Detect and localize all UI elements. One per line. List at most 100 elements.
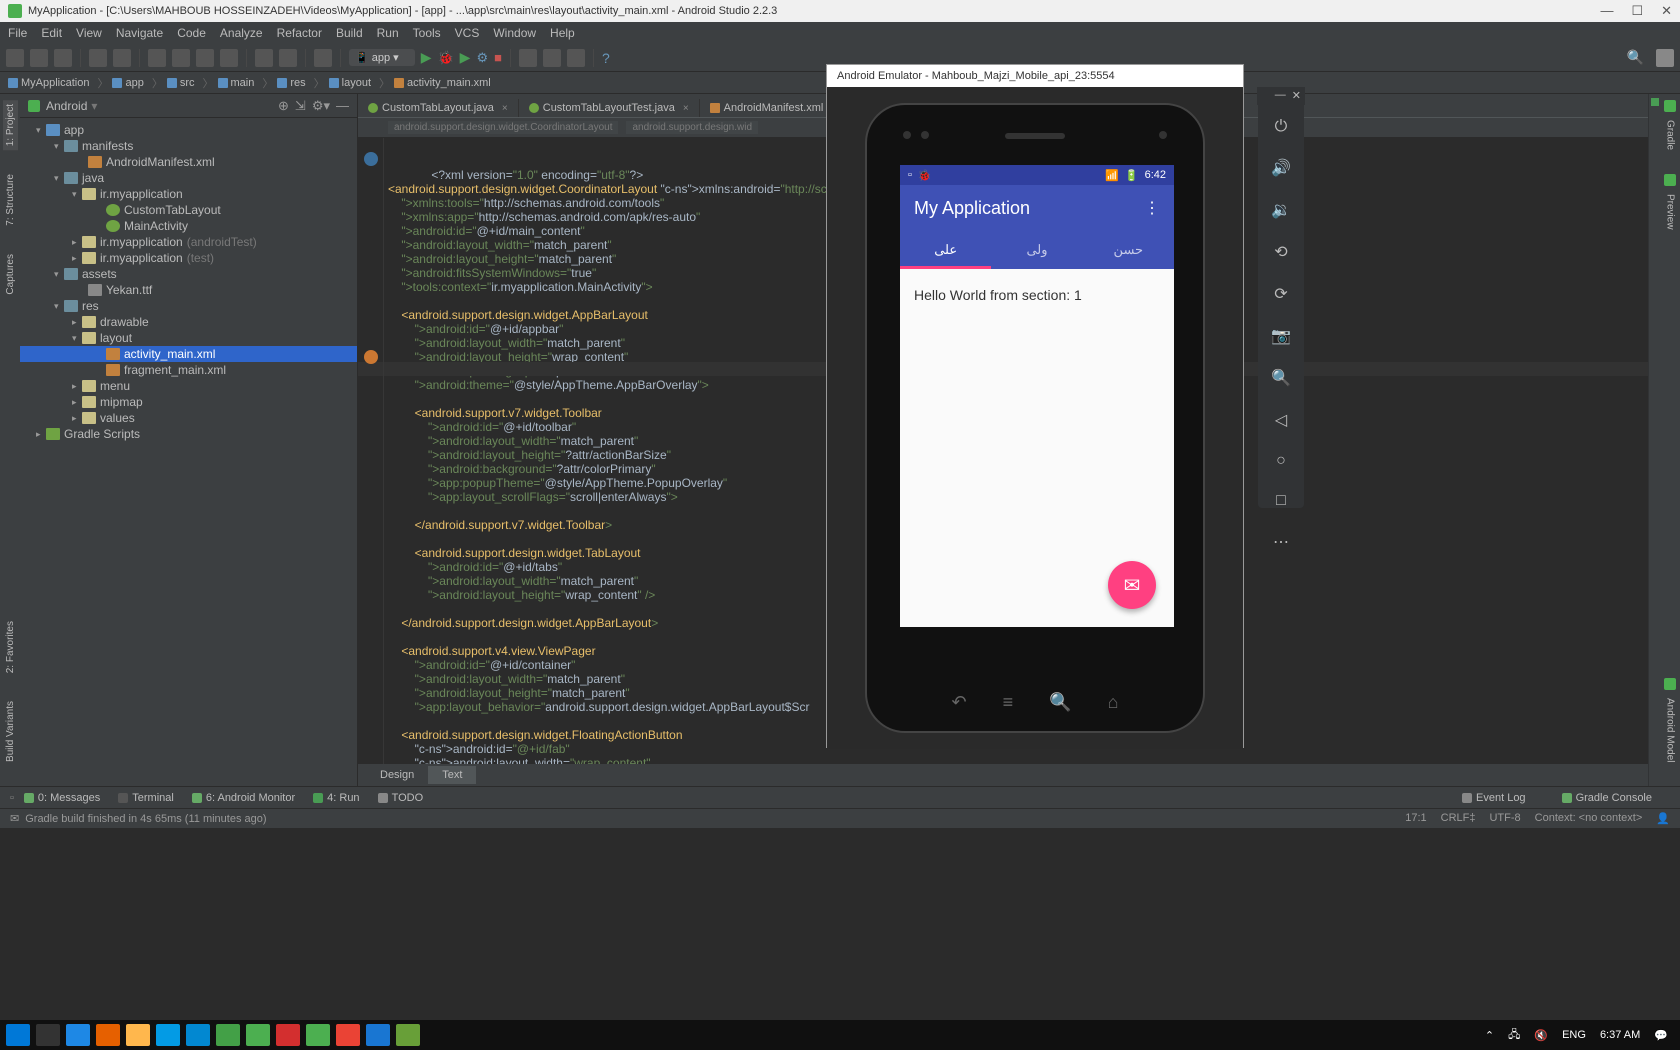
run-config-selector[interactable]: 📱 app ▾ xyxy=(349,49,415,66)
tool-run[interactable]: 4: Run xyxy=(313,792,359,804)
tray-volume-icon[interactable]: 🔇 xyxy=(1534,1029,1548,1042)
menu-tools[interactable]: Tools xyxy=(413,26,441,40)
editor-tab-1[interactable]: CustomTabLayout.java× xyxy=(358,99,519,117)
forward-button[interactable] xyxy=(279,49,297,67)
hide-icon[interactable]: — xyxy=(336,98,349,114)
attach-debugger-button[interactable]: ⚙ xyxy=(476,50,488,66)
redo-button[interactable] xyxy=(113,49,131,67)
crumb-app[interactable]: app xyxy=(112,77,143,89)
emu-rotate-left-icon[interactable]: ⟲ xyxy=(1274,242,1287,262)
fab-button[interactable]: ✉ xyxy=(1108,561,1156,609)
sync-button[interactable] xyxy=(54,49,72,67)
avd-manager-button[interactable] xyxy=(519,49,537,67)
tray-language[interactable]: ENG xyxy=(1562,1029,1586,1041)
nav-home-icon[interactable]: ⌂ xyxy=(1108,692,1119,713)
app-icon-1[interactable] xyxy=(156,1024,180,1046)
tray-chevron-icon[interactable]: ⌃ xyxy=(1485,1029,1494,1042)
tray-action-center-icon[interactable]: 💬 xyxy=(1654,1029,1668,1042)
menu-build[interactable]: Build xyxy=(336,26,363,40)
tab-gradle[interactable]: Gradle xyxy=(1663,116,1678,154)
sdk-manager-button[interactable] xyxy=(543,49,561,67)
emu-power-icon[interactable]: ⏻ xyxy=(1275,118,1288,136)
close-button[interactable]: ✕ xyxy=(1661,3,1672,19)
minimize-button[interactable]: — xyxy=(1600,3,1613,19)
start-button[interactable] xyxy=(6,1024,30,1046)
android-studio-taskbar-icon[interactable] xyxy=(246,1024,270,1046)
emu-volume-up-icon[interactable]: 🔊 xyxy=(1271,158,1291,178)
status-context[interactable]: Context: <no context> xyxy=(1535,812,1643,825)
crumb-file[interactable]: activity_main.xml xyxy=(394,77,491,89)
tool-messages[interactable]: 0: Messages xyxy=(24,792,100,804)
nav-search-icon[interactable]: 🔍 xyxy=(1049,692,1071,713)
help-button[interactable]: ? xyxy=(602,50,610,66)
tray-network-icon[interactable]: 🖧 xyxy=(1508,1026,1520,1045)
app-tab-1[interactable]: علی xyxy=(900,231,991,269)
app-icon-2[interactable] xyxy=(216,1024,240,1046)
menu-window[interactable]: Window xyxy=(493,26,536,40)
crumb-res[interactable]: res xyxy=(277,77,305,89)
layout-inspector-button[interactable] xyxy=(567,49,585,67)
crumb-project[interactable]: MyApplication xyxy=(8,77,89,89)
phone-screen[interactable]: ▫🐞 📶 🔋 6:42 My Application ⋮ علی ولی حسن… xyxy=(900,165,1174,627)
gutter-run-icon[interactable] xyxy=(364,152,378,166)
edge-icon[interactable] xyxy=(66,1024,90,1046)
close-icon[interactable]: × xyxy=(683,103,689,114)
tab-favorites[interactable]: 2: Favorites xyxy=(3,617,18,677)
copy-button[interactable] xyxy=(172,49,190,67)
user-avatar[interactable] xyxy=(1656,49,1674,67)
find-button[interactable] xyxy=(220,49,238,67)
project-view-selector[interactable]: Android xyxy=(46,99,87,113)
app-icon-4[interactable] xyxy=(306,1024,330,1046)
back-button[interactable] xyxy=(255,49,273,67)
tab-captures[interactable]: Captures xyxy=(3,250,18,299)
editor-tab-2[interactable]: CustomTabLayoutTest.java× xyxy=(519,99,700,117)
maximize-button[interactable]: ☐ xyxy=(1631,3,1643,19)
status-position[interactable]: 17:1 xyxy=(1405,812,1426,825)
explorer-icon[interactable] xyxy=(126,1024,150,1046)
gutter-bulb-icon[interactable] xyxy=(364,350,378,364)
menu-code[interactable]: Code xyxy=(177,26,206,40)
tool-terminal[interactable]: Terminal xyxy=(118,792,174,804)
paste-button[interactable] xyxy=(196,49,214,67)
app-tab-2[interactable]: ولی xyxy=(991,231,1082,269)
close-icon[interactable]: × xyxy=(502,103,508,114)
crumb-main[interactable]: main xyxy=(218,77,255,89)
status-line-separator[interactable]: CRLF‡ xyxy=(1441,812,1476,825)
tab-structure[interactable]: 7: Structure xyxy=(3,170,18,230)
tool-event-log[interactable]: Event Log xyxy=(1462,792,1526,804)
emu-back-icon[interactable]: ◁ xyxy=(1275,410,1287,430)
undo-button[interactable] xyxy=(89,49,107,67)
emu-overview-icon[interactable]: □ xyxy=(1276,492,1286,510)
crumb-src[interactable]: src xyxy=(167,77,195,89)
menu-help[interactable]: Help xyxy=(550,26,575,40)
stop-button[interactable]: ■ xyxy=(494,50,502,65)
collapse-all-icon[interactable]: ⇲ xyxy=(295,98,306,114)
design-tab[interactable]: Design xyxy=(366,766,428,784)
tab-android-model[interactable]: Android Model xyxy=(1663,694,1678,766)
overflow-menu-icon[interactable]: ⋮ xyxy=(1144,198,1160,218)
menu-navigate[interactable]: Navigate xyxy=(116,26,163,40)
tab-build-variants[interactable]: Build Variants xyxy=(3,697,18,766)
debug-button[interactable]: 🐞 xyxy=(437,50,453,66)
tool-gradle-console[interactable]: Gradle Console xyxy=(1562,792,1652,804)
emu-more-icon[interactable]: ⋯ xyxy=(1273,532,1289,552)
chrome-icon[interactable] xyxy=(336,1024,360,1046)
tray-time[interactable]: 6:37 AM xyxy=(1600,1029,1640,1041)
apply-changes-button[interactable]: ▶ xyxy=(460,49,471,66)
emu-zoom-icon[interactable]: 🔍 xyxy=(1271,368,1291,388)
nav-back-icon[interactable]: ↶ xyxy=(952,692,967,713)
menu-run[interactable]: Run xyxy=(377,26,399,40)
emu-screenshot-icon[interactable]: 📷 xyxy=(1271,326,1291,346)
tool-todo[interactable]: TODO xyxy=(378,792,424,804)
nav-menu-icon[interactable]: ≡ xyxy=(1003,692,1014,713)
menu-vcs[interactable]: VCS xyxy=(455,26,480,40)
cut-button[interactable] xyxy=(148,49,166,67)
run-button[interactable]: ▶ xyxy=(421,49,432,66)
menu-view[interactable]: View xyxy=(76,26,102,40)
project-tree[interactable]: ▾app ▾manifests AndroidManifest.xml ▾jav… xyxy=(20,118,357,786)
telegram-icon[interactable] xyxy=(186,1024,210,1046)
search-everywhere-icon[interactable]: 🔍 xyxy=(1627,49,1644,65)
task-view-icon[interactable] xyxy=(36,1024,60,1046)
status-encoding[interactable]: UTF-8 xyxy=(1489,812,1520,825)
app-icon-3[interactable] xyxy=(276,1024,300,1046)
